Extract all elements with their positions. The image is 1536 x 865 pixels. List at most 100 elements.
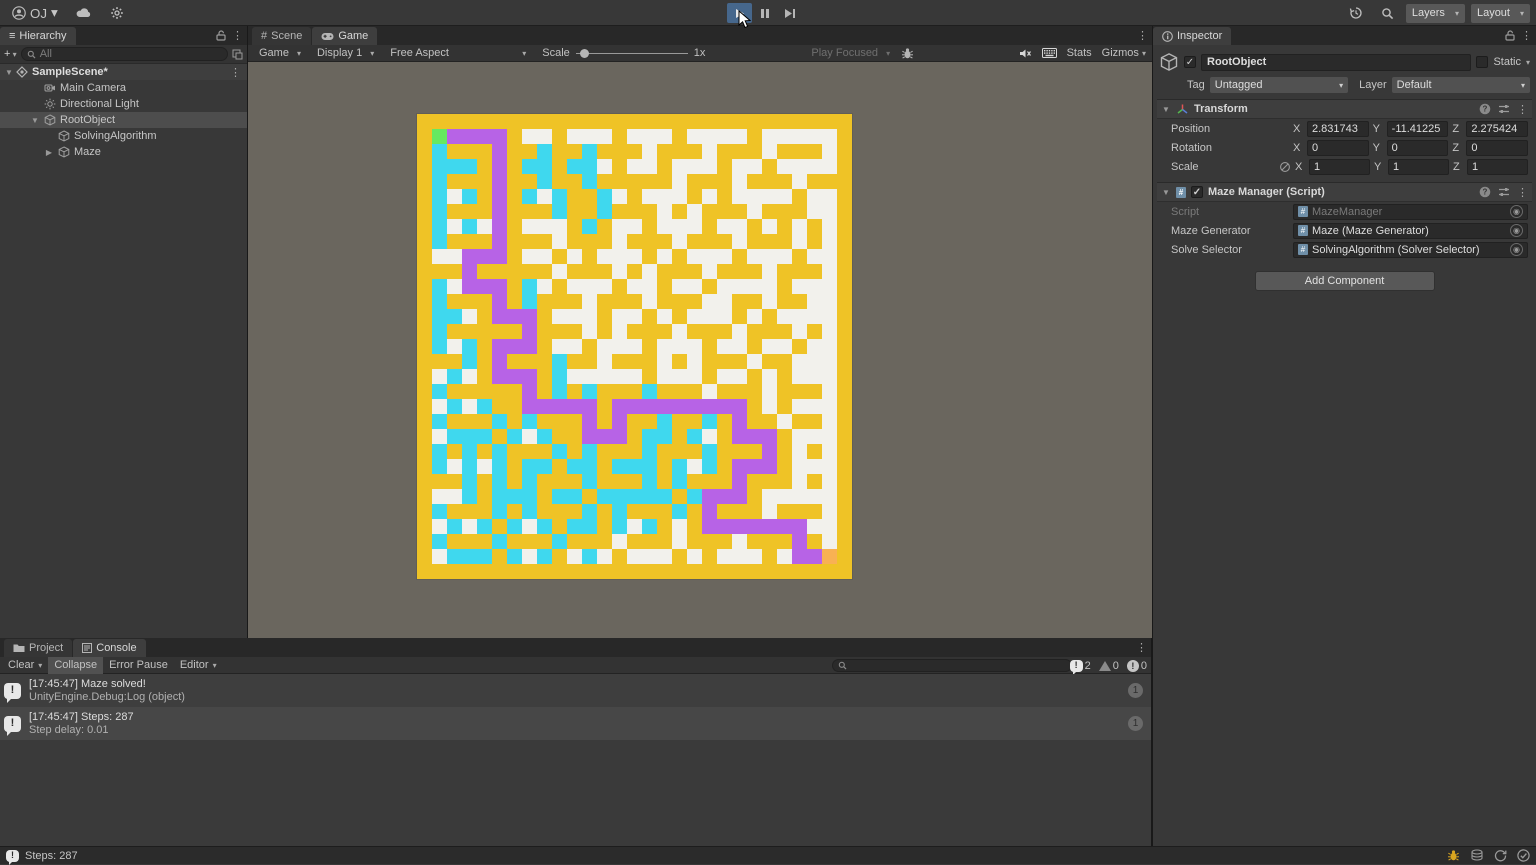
search-everywhere-button[interactable] [1375, 3, 1400, 23]
maze-manager-header[interactable]: ▼ # ✓ Maze Manager (Script) ? ⋮ [1157, 182, 1532, 202]
object-picker-icon[interactable]: ◉ [1510, 224, 1523, 237]
error-filter-toggle[interactable]: ! 0 [1127, 660, 1147, 672]
stats-button[interactable]: Stats [1067, 47, 1092, 59]
kebab-menu-icon[interactable]: ⋮ [232, 29, 243, 42]
hierarchy-item-directional-light[interactable]: Directional Light [0, 96, 247, 112]
hierarchy-item-maze[interactable]: ▶Maze [0, 144, 247, 160]
tab-console[interactable]: Console [73, 639, 145, 657]
object-picker-icon[interactable]: ◉ [1510, 243, 1523, 256]
rotation-x-field[interactable]: 0 [1307, 140, 1369, 156]
help-icon[interactable]: ? [1479, 186, 1491, 198]
script-asset-icon: # [1298, 206, 1308, 217]
info-log-icon: ! [1070, 660, 1083, 672]
status-message[interactable]: Steps: 287 [25, 850, 78, 862]
undo-history-button[interactable] [1343, 3, 1369, 23]
display-dropdown[interactable]: Display 1▾ [310, 45, 381, 62]
gizmos-dropdown[interactable]: Gizmos ▾ [1102, 47, 1146, 59]
tab-hierarchy[interactable]: ≡ Hierarchy [0, 27, 76, 45]
activity-refresh-icon[interactable] [1494, 849, 1507, 862]
tag-dropdown[interactable]: Untagged▾ [1210, 77, 1348, 93]
layout-dropdown[interactable]: Layout ▾ [1471, 4, 1530, 23]
link-scale-icon[interactable] [1279, 161, 1291, 173]
info-log-icon: ! [4, 716, 21, 732]
lock-icon[interactable] [1505, 30, 1515, 41]
hierarchy-item-solvingalgorithm[interactable]: SolvingAlgorithm [0, 128, 247, 144]
kebab-menu-icon[interactable]: ⋮ [1137, 29, 1148, 42]
keyboard-icon[interactable] [1042, 48, 1057, 58]
scale-z-field[interactable]: 1 [1467, 159, 1528, 175]
foldout-icon[interactable]: ▼ [4, 68, 14, 77]
account-button[interactable]: OJ ▾ [6, 3, 64, 23]
debugger-attach-icon[interactable] [1447, 849, 1460, 862]
console-log-entry[interactable]: ![17:45:47] Maze solved!UnityEngine.Debu… [0, 674, 1151, 707]
code-optimization-icon[interactable] [1470, 849, 1484, 862]
settings-button[interactable] [104, 3, 130, 23]
progress-check-icon[interactable] [1517, 849, 1530, 862]
scale-x-field[interactable]: 1 [1309, 159, 1370, 175]
foldout-icon[interactable]: ▼ [1161, 188, 1171, 197]
tab-project[interactable]: Project [4, 639, 72, 657]
debug-bug-icon[interactable] [901, 47, 914, 60]
scale-slider-thumb[interactable] [580, 49, 589, 58]
tab-scene[interactable]: # Scene [252, 27, 311, 45]
mute-audio-icon[interactable] [1019, 48, 1032, 59]
tab-game[interactable]: Game [312, 27, 377, 45]
object-reference-field-solve-selector[interactable]: #SolvingAlgorithm (Solver Selector)◉ [1293, 242, 1528, 258]
hierarchy-search-input[interactable]: All [21, 47, 228, 61]
step-button[interactable] [777, 3, 802, 23]
hierarchy-item-main-camera[interactable]: Main Camera [0, 80, 247, 96]
position-z-field[interactable]: 2.275424 [1466, 121, 1528, 137]
error-pause-toggle[interactable]: Error Pause [103, 657, 174, 674]
active-checkbox[interactable]: ✓ [1184, 56, 1196, 68]
static-checkbox[interactable] [1476, 56, 1488, 68]
kebab-menu-icon[interactable]: ⋮ [230, 66, 241, 79]
play-button[interactable] [727, 3, 752, 23]
info-filter-toggle[interactable]: ! 2 [1070, 660, 1091, 672]
component-enabled-checkbox[interactable]: ✓ [1191, 186, 1203, 198]
object-reference-value: SolvingAlgorithm (Solver Selector) [1312, 244, 1480, 256]
warning-filter-toggle[interactable]: 0 [1099, 660, 1119, 672]
transform-header[interactable]: ▼ Transform ? ⋮ [1157, 99, 1532, 119]
editor-dropdown[interactable]: Editor▾ [174, 657, 223, 674]
lock-icon[interactable] [216, 30, 226, 41]
play-focused-dropdown[interactable]: Play Focused▾ [804, 45, 897, 62]
game-camera-dropdown[interactable]: Game▾ [252, 45, 308, 62]
object-reference-field-maze-generator[interactable]: #Maze (Maze Generator)◉ [1293, 223, 1528, 239]
presets-icon[interactable] [1498, 187, 1510, 197]
status-bar: ! Steps: 287 [0, 846, 1536, 864]
layer-dropdown[interactable]: Default▾ [1392, 77, 1530, 93]
scale-y-field[interactable]: 1 [1388, 159, 1449, 175]
layers-dropdown[interactable]: Layers ▾ [1406, 4, 1465, 23]
object-picker-icon[interactable]: ◉ [1510, 205, 1523, 218]
object-reference-field-script[interactable]: #MazeManager◉ [1293, 204, 1528, 220]
help-icon[interactable]: ? [1479, 103, 1491, 115]
scene-picker-icon[interactable] [232, 49, 243, 60]
static-dropdown-icon[interactable]: ▾ [1526, 58, 1530, 67]
foldout-icon[interactable]: ▼ [1161, 105, 1171, 114]
rotation-z-field[interactable]: 0 [1466, 140, 1528, 156]
presets-icon[interactable] [1498, 104, 1510, 114]
object-name-field[interactable]: RootObject [1201, 54, 1471, 71]
hierarchy-item-rootobject[interactable]: ▼RootObject [0, 112, 247, 128]
kebab-menu-icon[interactable]: ⋮ [1517, 186, 1528, 199]
position-x-field[interactable]: 2.831743 [1307, 121, 1369, 137]
rotation-y-field[interactable]: 0 [1387, 140, 1449, 156]
cloud-services-button[interactable] [70, 3, 98, 23]
foldout-icon[interactable]: ▶ [44, 148, 54, 157]
aspect-ratio-dropdown[interactable]: Free Aspect▾ [383, 45, 533, 62]
scale-slider[interactable] [576, 53, 688, 54]
collapse-toggle[interactable]: Collapse [48, 657, 103, 674]
scene-header-row[interactable]: ▼ SampleScene* ⋮ [0, 64, 247, 80]
pause-button[interactable] [752, 3, 777, 23]
console-log-entry[interactable]: ![17:45:47] Steps: 287Step delay: 0.011 [0, 707, 1151, 740]
kebab-menu-icon[interactable]: ⋮ [1136, 641, 1147, 654]
add-component-button[interactable]: Add Component [1255, 271, 1435, 291]
console-search-input[interactable] [832, 659, 1072, 672]
clear-button[interactable]: Clear▾ [2, 657, 48, 674]
tab-inspector[interactable]: Inspector [1153, 27, 1231, 45]
foldout-icon[interactable]: ▼ [30, 116, 40, 125]
position-y-field[interactable]: -11.41225 [1387, 121, 1449, 137]
kebab-menu-icon[interactable]: ⋮ [1521, 29, 1532, 42]
kebab-menu-icon[interactable]: ⋮ [1517, 103, 1528, 116]
create-object-button[interactable]: + ▾ [4, 48, 17, 60]
